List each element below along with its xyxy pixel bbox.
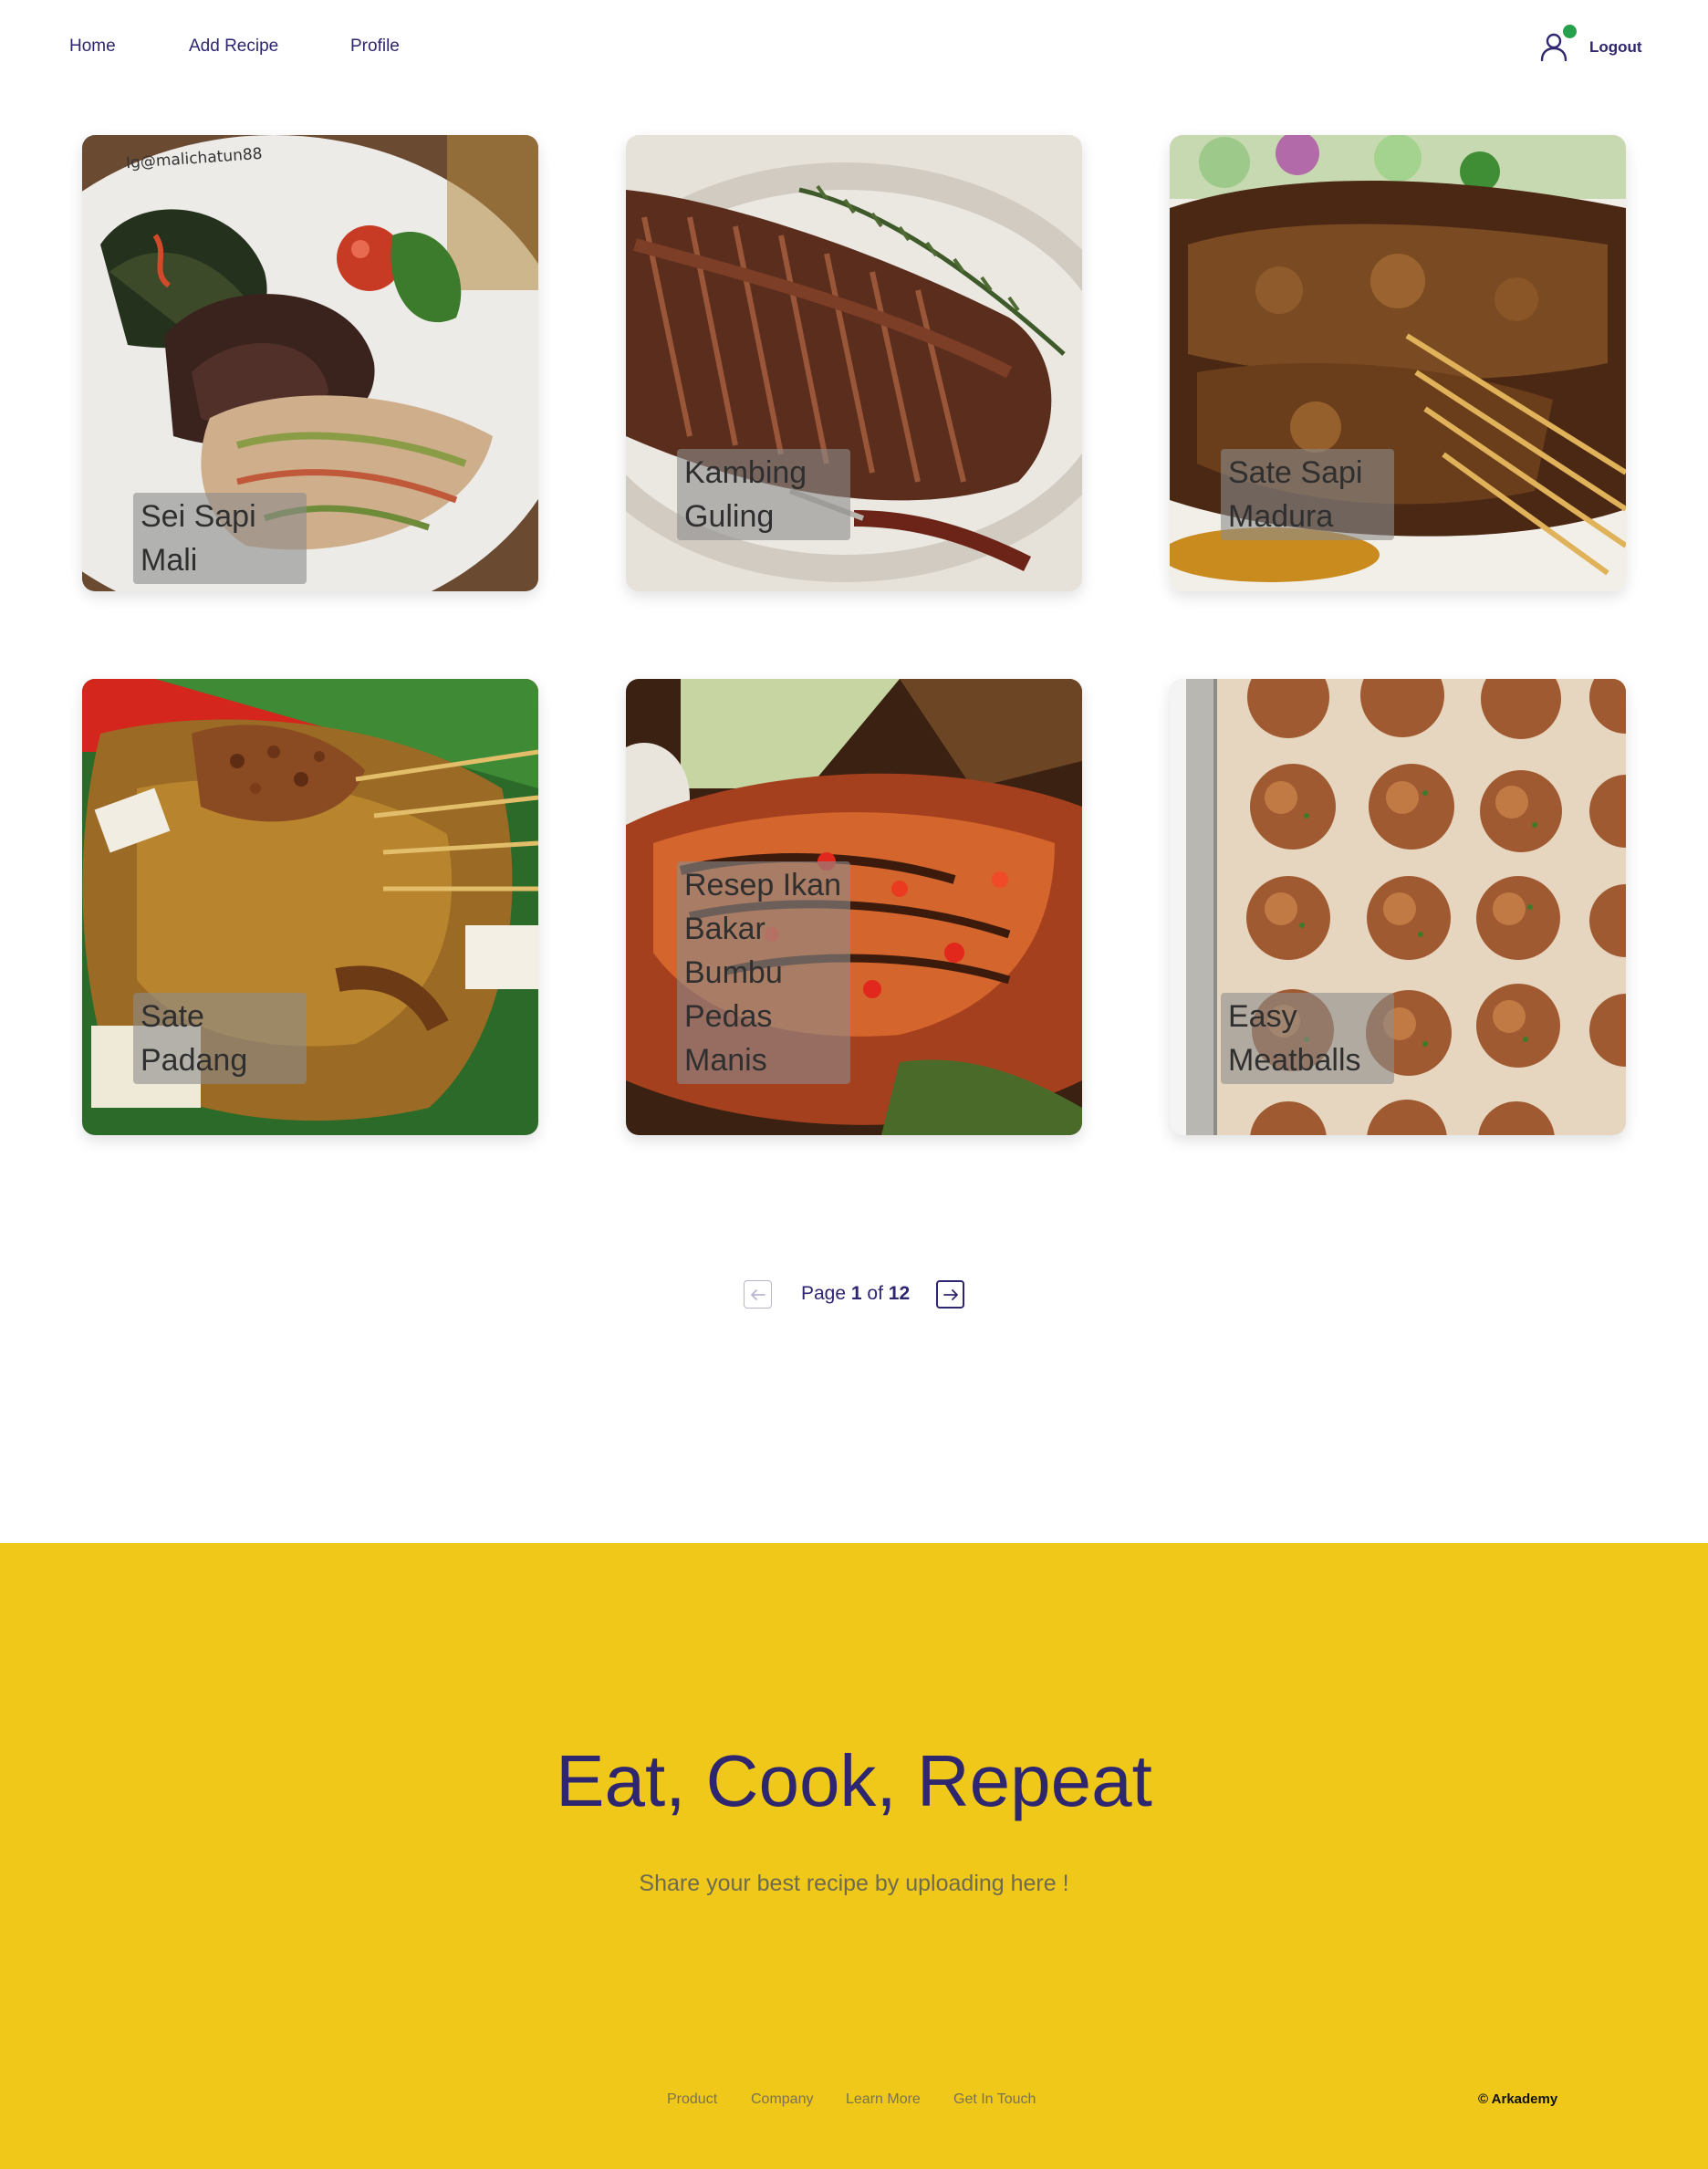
footer-subline: Share your best recipe by uploading here… (639, 1871, 1069, 1896)
recipe-title: Sei Sapi Mali (133, 493, 307, 584)
recipe-title: Sate Sapi Madura (1221, 449, 1394, 540)
page-prefix: Page (801, 1283, 847, 1304)
footer-link-get-in-touch[interactable]: Get In Touch (953, 2091, 1036, 2108)
pagination-status: Page 1 of 12 (801, 1283, 910, 1305)
nav-add-recipe-link[interactable]: Add Recipe (189, 36, 278, 57)
total-pages: 12 (888, 1283, 911, 1304)
recipe-title: Resep Ikan Bakar Bumbu Pedas Manis (677, 861, 850, 1084)
footer-link-company[interactable]: Company (751, 2091, 813, 2108)
recipe-card[interactable]: Easy Meatballs (1170, 679, 1626, 1135)
nav-home-link[interactable]: Home (69, 36, 116, 57)
copyright-text: © Arkademy (1478, 2091, 1558, 2107)
footer-tagline: Eat, Cook, Repeat (556, 1740, 1152, 1821)
nav-profile-link[interactable]: Profile (350, 36, 400, 57)
recipe-card[interactable]: Sate Padang (82, 679, 538, 1135)
recipe-card[interactable]: Ig@malichatun88 Sei Sapi Mali (82, 135, 538, 591)
page-of: of (867, 1283, 883, 1304)
recipe-card[interactable]: Resep Ikan Bakar Bumbu Pedas Manis (626, 679, 1082, 1135)
recipe-card[interactable]: Kambing Guling (626, 135, 1082, 591)
top-navbar: Home Add Recipe Profile Logout (0, 0, 1708, 100)
recipe-title: Kambing Guling (677, 449, 850, 540)
online-status-dot (1563, 25, 1577, 38)
footer-link-product[interactable]: Product (667, 2091, 717, 2108)
footer-link-learn-more[interactable]: Learn More (846, 2091, 921, 2108)
footer: Eat, Cook, Repeat Share your best recipe… (0, 1543, 1708, 2169)
recipe-title: Easy Meatballs (1221, 993, 1394, 1084)
current-page: 1 (850, 1283, 862, 1304)
logout-button[interactable]: Logout (1589, 38, 1642, 57)
recipe-title: Sate Padang (133, 993, 307, 1084)
recipe-card[interactable]: Sate Sapi Madura (1170, 135, 1626, 591)
arrow-right-icon (943, 1288, 958, 1300)
arrow-left-icon (750, 1288, 765, 1300)
previous-page-button[interactable] (744, 1280, 772, 1309)
next-page-button[interactable] (936, 1280, 964, 1309)
